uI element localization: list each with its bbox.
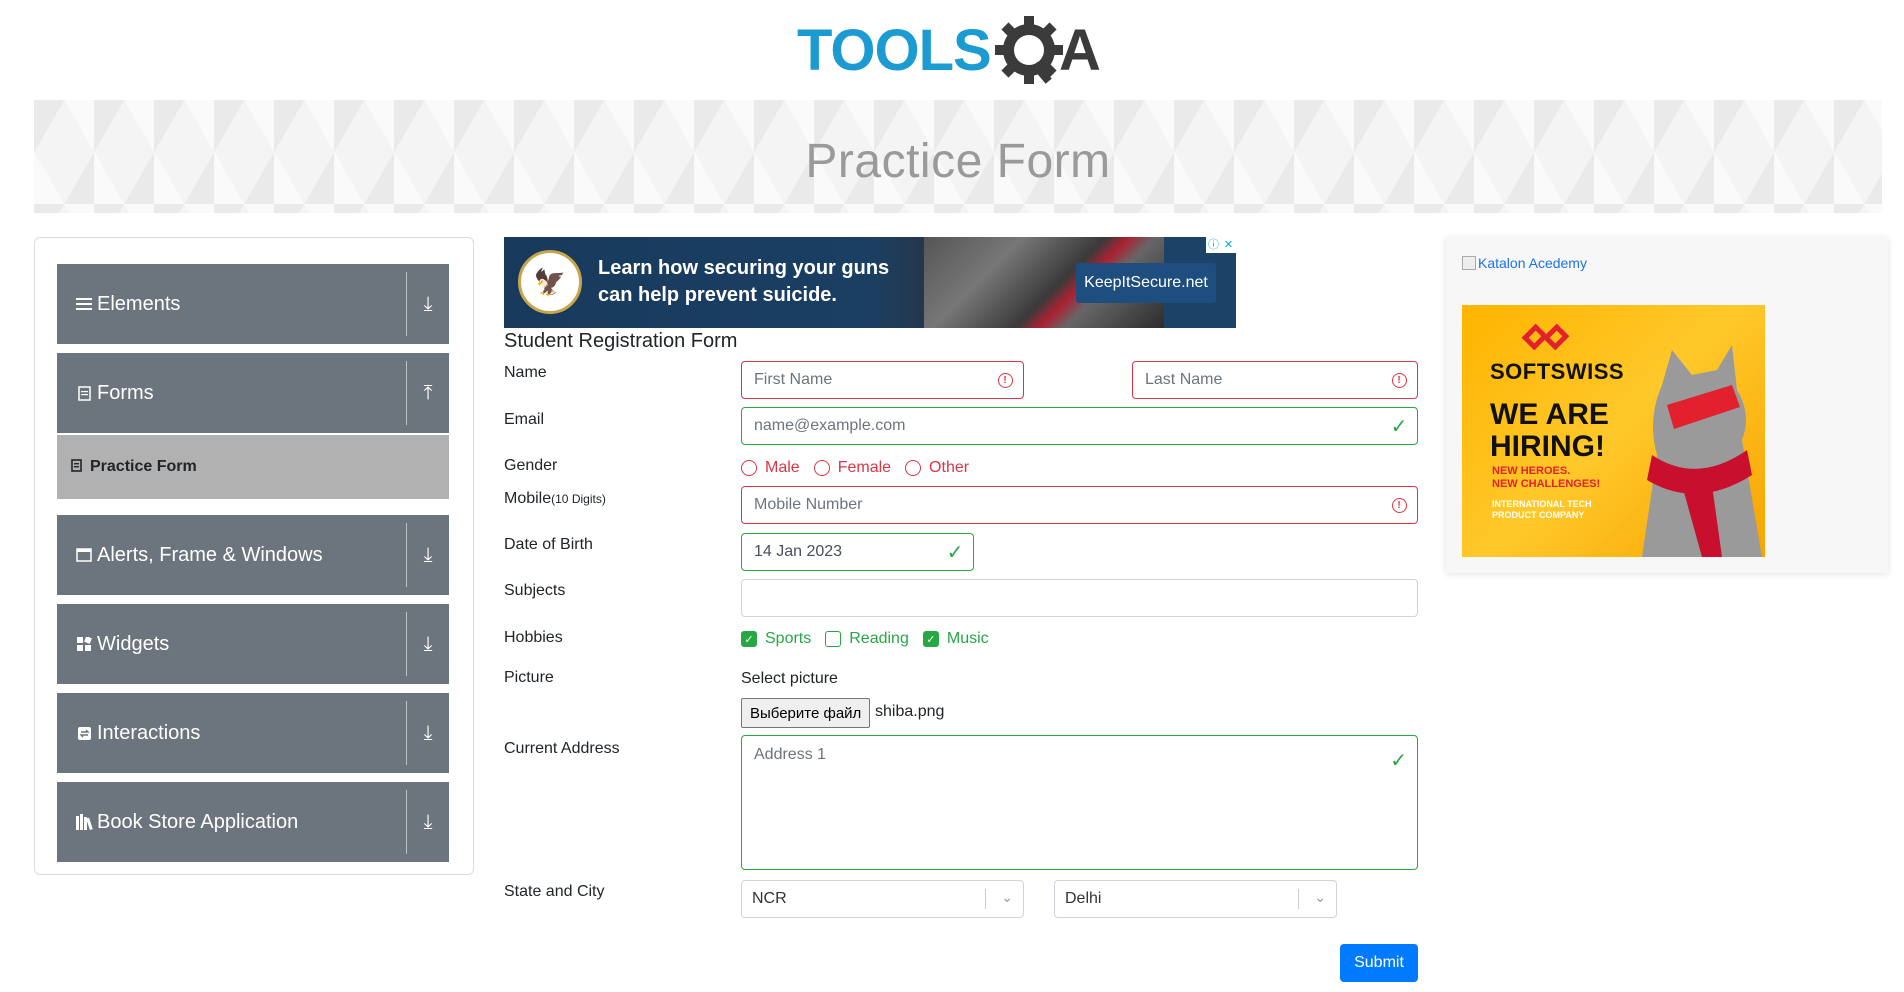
dob-label: Date of Birth [504,536,593,553]
softswiss-ad[interactable]: SOFTSWISS WE ARE HIRING! NEW HEROES. NEW… [1462,305,1765,557]
select-picture-label: Select picture [741,670,838,687]
svg-text:A: A [1059,18,1101,83]
state-city-label: State and City [504,883,605,900]
sidebar: Elements ⤓ Forms ⤒ Practice Form Alerts,… [34,237,474,875]
current-address-textarea[interactable]: Address 1 ✓ [741,735,1418,870]
gender-female-radio[interactable]: Female [813,459,891,477]
side-ad[interactable]: Katalon Acedemy SOFTSWISS WE ARE HIRING!… [1446,237,1888,573]
svg-text:TOOLS: TOOLS [797,18,991,83]
sidebar-item-label: Practice Form [90,458,197,475]
sidebar-group-label: Alerts, Frame & Windows [97,543,323,566]
mobile-input[interactable]: Mobile Number ! [741,486,1418,524]
widgets-icon [75,635,93,653]
page-title: Practice Form [805,135,1111,188]
sidebar-group-label: Forms [97,381,154,404]
ad-banner[interactable]: 🦅 Learn how securing your guns can help … [504,237,1236,328]
dob-input[interactable]: 14 Jan 2023 ✓ [741,533,974,571]
error-icon: ! [1391,497,1407,513]
softswiss-logo-icon [1521,323,1570,351]
ad-headline: Learn how securing your guns can help pr… [598,257,890,306]
gender-other-radio[interactable]: Other [905,459,969,477]
sidebar-group-forms[interactable]: Forms ⤒ [57,353,449,433]
cat-illustration [1642,345,1762,557]
download-arrow-icon[interactable]: ⤓ [415,515,441,595]
ad-cta-button[interactable]: KeepItSecure.net [1076,263,1216,303]
form-icon [71,459,82,475]
chevron-down-icon: ⌄ [1001,889,1013,905]
hobbies-label: Hobbies [504,629,563,646]
sidebar-group-label: Book Store Application [97,810,299,833]
first-name-input[interactable]: First Name ! [741,361,1024,399]
subjects-input[interactable] [741,579,1418,617]
check-icon: ✓ [1390,415,1408,438]
check-icon: ✓ [946,541,964,564]
gender-radio-group: Male Female Other [741,459,983,477]
chevron-down-icon: ⌄ [1314,889,1326,905]
name-label: Name [504,364,547,381]
address-label: Current Address [504,740,620,757]
choose-file-button[interactable]: Выберите файл [741,698,871,728]
sidebar-item-practice-form[interactable]: Practice Form [57,435,449,499]
form-icon [75,384,93,402]
download-arrow-icon[interactable]: ⤓ [415,604,441,684]
interactions-icon [75,724,93,742]
toolsqa-logo[interactable]: TOOLS A [797,14,1121,94]
download-arrow-icon[interactable]: ⤓ [415,264,441,344]
page-title-banner: Practice Form [34,100,1882,213]
error-icon: ! [997,372,1013,388]
download-arrow-icon[interactable]: ⤓ [415,693,441,773]
sidebar-group-alerts[interactable]: Alerts, Frame & Windows ⤓ [57,515,449,595]
sidebar-group-widgets[interactable]: Widgets ⤓ [57,604,449,684]
gender-label: Gender [504,457,558,474]
window-icon [75,546,93,564]
state-select[interactable]: NCR ⌄ [741,880,1024,918]
hobbies-checkbox-group: ✓ Sports Reading ✓ Music [741,630,1003,648]
last-name-input[interactable]: Last Name ! [1132,361,1418,399]
broken-image-icon [1462,256,1476,270]
sidebar-group-label: Widgets [97,632,170,655]
download-arrow-icon[interactable]: ⤓ [415,782,441,862]
sidebar-group-book-store[interactable]: Book Store Application ⤓ [57,782,449,862]
gender-male-radio[interactable]: Male [741,459,800,477]
hobby-reading-checkbox[interactable]: Reading [825,630,909,648]
eagle-seal-icon: 🦅 [518,250,582,314]
subjects-label: Subjects [504,582,566,599]
hobby-sports-checkbox[interactable]: ✓ Sports [741,630,811,648]
city-select[interactable]: Delhi ⌄ [1054,880,1337,918]
menu-icon [75,295,93,313]
file-name: shiba.png [875,703,945,720]
form-title: Student Registration Form [504,330,738,352]
books-icon [75,813,93,831]
sidebar-group-label: Interactions [97,721,201,744]
email-label: Email [504,411,545,428]
email-input[interactable]: name@example.com ✓ [741,407,1418,445]
hobby-music-checkbox[interactable]: ✓ Music [922,630,989,648]
mobile-label: Mobile(10 Digits) [504,490,606,507]
error-icon: ! [1391,372,1407,388]
broken-image-link[interactable]: Katalon Acedemy [1462,255,1587,271]
check-icon: ✓ [1390,750,1407,772]
picture-label: Picture [504,669,554,686]
submit-button[interactable]: Submit [1340,944,1418,982]
sidebar-group-label: Elements [97,292,181,315]
sidebar-group-elements[interactable]: Elements ⤓ [57,264,449,344]
adchoices-icon[interactable]: ⓘ ✕ [1206,237,1236,253]
sidebar-group-interactions[interactable]: Interactions ⤓ [57,693,449,773]
upload-arrow-icon[interactable]: ⤒ [415,353,441,433]
